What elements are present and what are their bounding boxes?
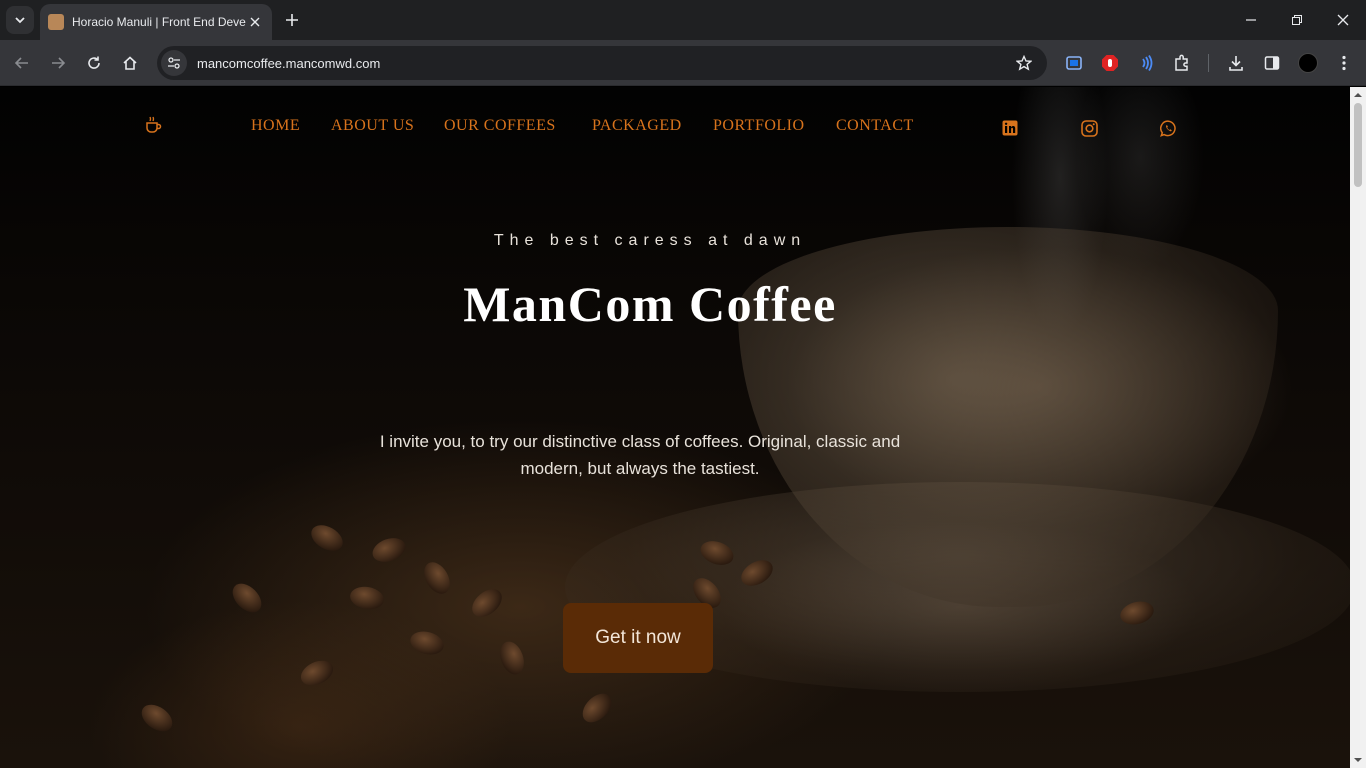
side-panel-button[interactable] [1260,51,1284,75]
site-info-button[interactable] [161,50,187,76]
nav-link-our-coffees[interactable]: OUR COFFEES [444,117,556,135]
site-favicon [48,14,64,30]
url-text[interactable]: mancomcoffee.mancomwd.com [197,56,1009,71]
browser-tab-active[interactable]: Horacio Manuli | Front End Developer [40,4,272,40]
browser-menu-button[interactable] [1332,51,1356,75]
scrollbar-thumb[interactable] [1354,103,1362,187]
tab-search-button[interactable] [6,6,34,34]
sound-waves-icon [1142,55,1153,71]
scroll-up-icon[interactable] [1354,91,1362,99]
extension-adblock[interactable] [1098,51,1122,75]
star-icon [1016,55,1032,71]
tab-title: Horacio Manuli | Front End Developer [72,15,246,29]
toolbar-divider [1208,54,1209,72]
linkedin-link[interactable] [1001,119,1019,137]
nav-link-packaged[interactable]: PACKAGED [592,117,682,135]
hero-tagline: The best caress at dawn [493,232,807,249]
tune-icon [168,57,180,69]
window-extension-icon [1066,56,1082,70]
hero-title: ManCom Coffee [463,276,837,332]
extension-translate[interactable] [1062,51,1086,75]
linkedin-icon [1002,120,1018,136]
whatsapp-icon [1159,119,1176,137]
chevron-down-icon [15,17,25,24]
browser-tab-strip: Horacio Manuli | Front End Developer [0,0,1366,40]
page-viewport: HOME ABOUT US OUR COFFEES PACKAGED PORTF… [0,87,1350,768]
extensions-menu-button[interactable] [1170,51,1194,75]
downloads-button[interactable] [1224,51,1248,75]
home-icon [123,56,137,70]
arrow-left-icon [14,57,28,69]
nav-link-contact[interactable]: CONTACT [836,117,914,135]
side-panel-icon [1264,56,1280,70]
close-tab-button[interactable] [246,13,264,31]
forward-button[interactable] [43,48,73,78]
new-tab-button[interactable] [278,6,306,34]
reload-icon [88,56,100,69]
browser-toolbar: mancomcoffee.mancomwd.com [0,40,1366,86]
arrow-right-icon [52,57,66,69]
instagram-link[interactable] [1080,119,1098,137]
close-icon [250,17,260,27]
whatsapp-link[interactable] [1159,119,1177,137]
get-it-now-button[interactable]: Get it now [563,603,713,673]
address-bar[interactable]: mancomcoffee.mancomwd.com [157,46,1047,80]
page-scrollbar[interactable] [1350,87,1366,768]
home-button[interactable] [115,48,145,78]
restore-button[interactable] [1274,0,1320,40]
more-vertical-icon [1342,55,1346,71]
puzzle-icon [1175,54,1188,71]
download-icon [1229,56,1243,71]
profile-avatar[interactable] [1298,53,1318,73]
scroll-down-icon[interactable] [1354,756,1362,764]
nav-link-about-us[interactable]: ABOUT US [331,117,414,135]
extension-audio[interactable] [1134,51,1158,75]
restore-icon [1292,15,1302,25]
hand-stop-icon [1102,55,1118,71]
plus-icon [286,14,298,26]
minimize-icon [1246,19,1256,21]
nav-link-portfolio[interactable]: PORTFOLIO [713,117,805,135]
nav-link-home[interactable]: HOME [251,117,300,135]
minimize-button[interactable] [1228,0,1274,40]
site-navbar: HOME ABOUT US OUR COFFEES PACKAGED PORTF… [0,87,1350,167]
close-icon [1337,14,1349,26]
close-window-button[interactable] [1320,0,1366,40]
reload-button[interactable] [79,48,109,78]
coffee-cup-icon[interactable] [143,115,163,135]
instagram-icon [1080,119,1098,137]
back-button[interactable] [7,48,37,78]
bookmark-button[interactable] [1009,48,1039,78]
hero-intro-text: I invite you, to try our distinctive cla… [379,432,901,478]
